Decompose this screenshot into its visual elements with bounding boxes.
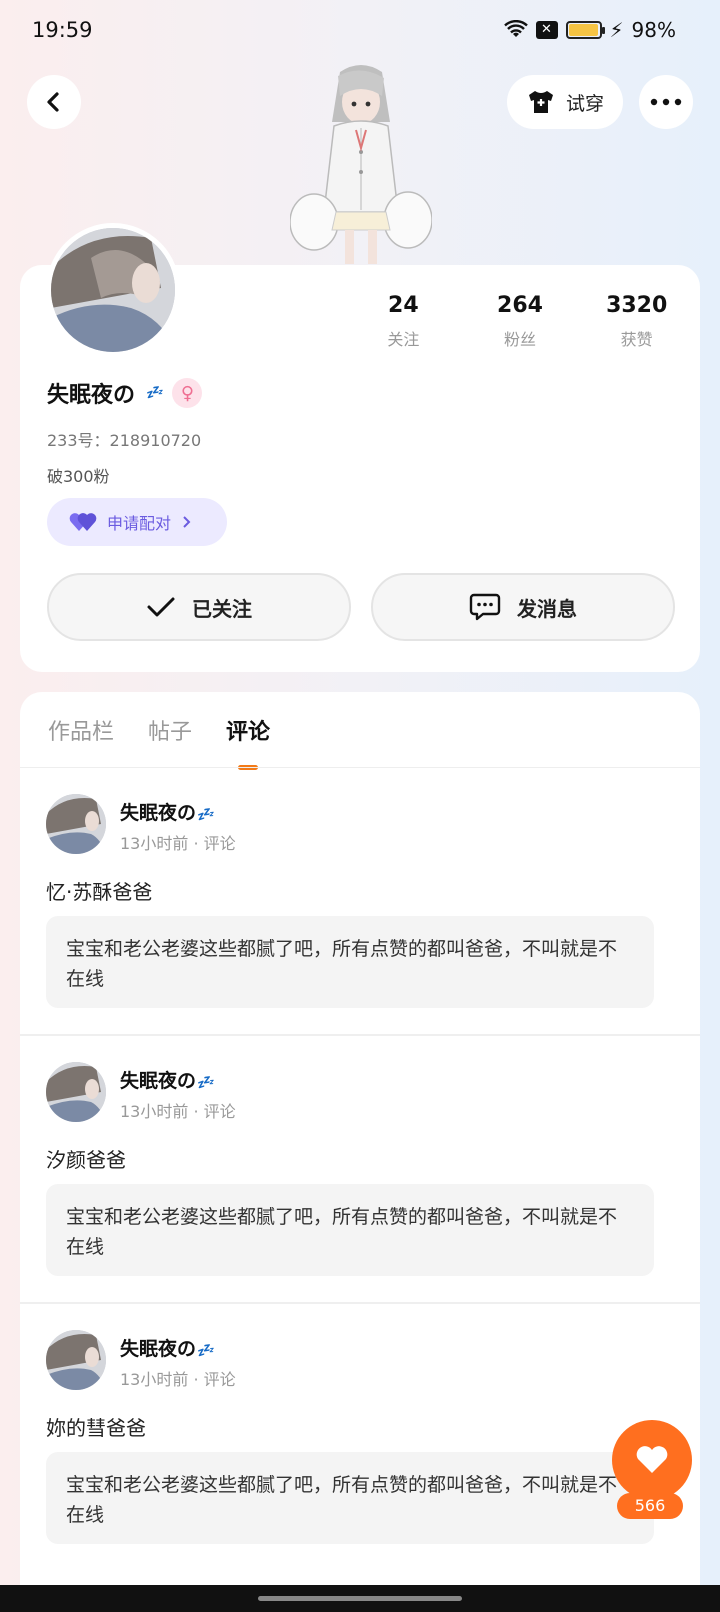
chat-bubble-icon xyxy=(469,593,501,621)
message-button[interactable]: 发消息 xyxy=(371,573,675,641)
try-on-label: 试穿 xyxy=(565,92,604,115)
stat-following[interactable]: 24 关注 xyxy=(345,293,462,350)
tab-comments[interactable]: 评论 xyxy=(226,714,270,766)
wifi-icon xyxy=(503,20,528,37)
system-nav-bar xyxy=(0,1585,720,1612)
comment-avatar[interactable] xyxy=(46,1062,106,1122)
following-button[interactable]: 已关注 xyxy=(47,573,351,641)
divider xyxy=(20,1302,700,1304)
pair-label: 申请配对 xyxy=(107,514,172,533)
stat-likes[interactable]: 3320 获赞 xyxy=(578,293,695,350)
comment-text: 汐颜爸爸 xyxy=(46,1148,126,1172)
back-button[interactable] xyxy=(27,75,81,129)
check-icon xyxy=(147,597,175,617)
battery-percent: 98% xyxy=(631,18,676,42)
more-icon xyxy=(650,98,682,106)
divider xyxy=(20,1034,700,1036)
profile-stats: 24 关注 264 粉丝 3320 获赞 xyxy=(345,293,695,350)
stat-label: 关注 xyxy=(387,330,420,349)
profile-card: 24 关注 264 粉丝 3320 获赞 失眠夜の 💤 ♀ 233号：21891… xyxy=(20,223,700,672)
comment-text: 妳的彗爸爸 xyxy=(46,1416,146,1440)
quoted-post[interactable]: 宝宝和老公老婆这些都腻了吧，所有点赞的都叫爸爸，不叫就是不在线 xyxy=(46,1452,654,1544)
battery-icon xyxy=(565,21,605,39)
avatar-figure-image xyxy=(290,65,432,264)
comment-avatar[interactable] xyxy=(46,1330,106,1390)
stat-value: 24 xyxy=(388,293,419,318)
comment-meta: 13小时前 · 评论 xyxy=(120,1370,236,1389)
like-count-badge: 566 xyxy=(617,1493,683,1519)
comment-meta: 13小时前 · 评论 xyxy=(120,834,236,853)
avatar-image xyxy=(46,794,106,854)
heart-pair-icon xyxy=(69,513,97,531)
status-icons: ✕ ⚡ 98% xyxy=(503,18,676,42)
comment-author: 失眠夜の💤 xyxy=(120,802,214,824)
content-card: 作品栏 帖子 评论 失眠夜の💤 13小时前 · 评论 忆·苏酥爸爸 宝宝和老公老… xyxy=(20,692,700,1612)
try-on-button[interactable]: 试穿 xyxy=(507,75,623,129)
user-id: 233号：218910720 xyxy=(47,431,202,450)
comment-author: 失眠夜の💤 xyxy=(120,1070,214,1092)
comment-meta: 13小时前 · 评论 xyxy=(120,1102,236,1121)
tab-posts[interactable]: 帖子 xyxy=(148,714,192,766)
profile-tabs: 作品栏 帖子 评论 xyxy=(48,714,270,766)
stat-label: 获赞 xyxy=(620,330,653,349)
stat-value: 264 xyxy=(497,293,543,318)
stat-label: 粉丝 xyxy=(504,330,537,349)
chevron-right-icon xyxy=(183,516,191,528)
charging-icon: ⚡ xyxy=(609,18,624,42)
quoted-post[interactable]: 宝宝和老公老婆这些都腻了吧，所有点赞的都叫爸爸，不叫就是不在线 xyxy=(46,916,654,1008)
stat-value: 3320 xyxy=(606,293,668,318)
stat-followers[interactable]: 264 粉丝 xyxy=(462,293,579,350)
heart-icon xyxy=(636,1446,668,1473)
quoted-post[interactable]: 宝宝和老公老婆这些都腻了吧，所有点赞的都叫爸爸，不叫就是不在线 xyxy=(46,1184,654,1276)
status-time: 19:59 xyxy=(32,18,93,42)
sim-off-icon: ✕ xyxy=(535,21,558,39)
pair-request-button[interactable]: 申请配对 xyxy=(47,498,227,546)
like-button[interactable] xyxy=(612,1420,692,1500)
comment-author: 失眠夜の💤 xyxy=(120,1338,214,1360)
avatar-image xyxy=(46,1330,106,1390)
shirt-icon xyxy=(528,91,553,113)
tab-divider xyxy=(20,767,700,768)
home-indicator[interactable] xyxy=(258,1596,462,1601)
message-label: 发消息 xyxy=(517,596,577,621)
profile-bio: 破300粉 xyxy=(47,467,110,486)
profile-avatar[interactable] xyxy=(46,223,180,357)
sleep-emoji: 💤 xyxy=(145,385,163,401)
tab-works[interactable]: 作品栏 xyxy=(48,714,114,766)
following-label: 已关注 xyxy=(192,596,252,621)
chevron-left-icon xyxy=(47,92,59,112)
more-button[interactable] xyxy=(639,75,693,129)
status-bar: 19:59 ✕ ⚡ 98% xyxy=(0,0,720,64)
comment-text: 忆·苏酥爸爸 xyxy=(46,880,153,904)
avatar-image xyxy=(46,1062,106,1122)
profile-name: 失眠夜の xyxy=(47,383,136,408)
female-icon: ♀ xyxy=(172,378,203,408)
comment-avatar[interactable] xyxy=(46,794,106,854)
avatar-image xyxy=(51,228,175,352)
name-row: 失眠夜の 💤 ♀ xyxy=(47,377,203,409)
